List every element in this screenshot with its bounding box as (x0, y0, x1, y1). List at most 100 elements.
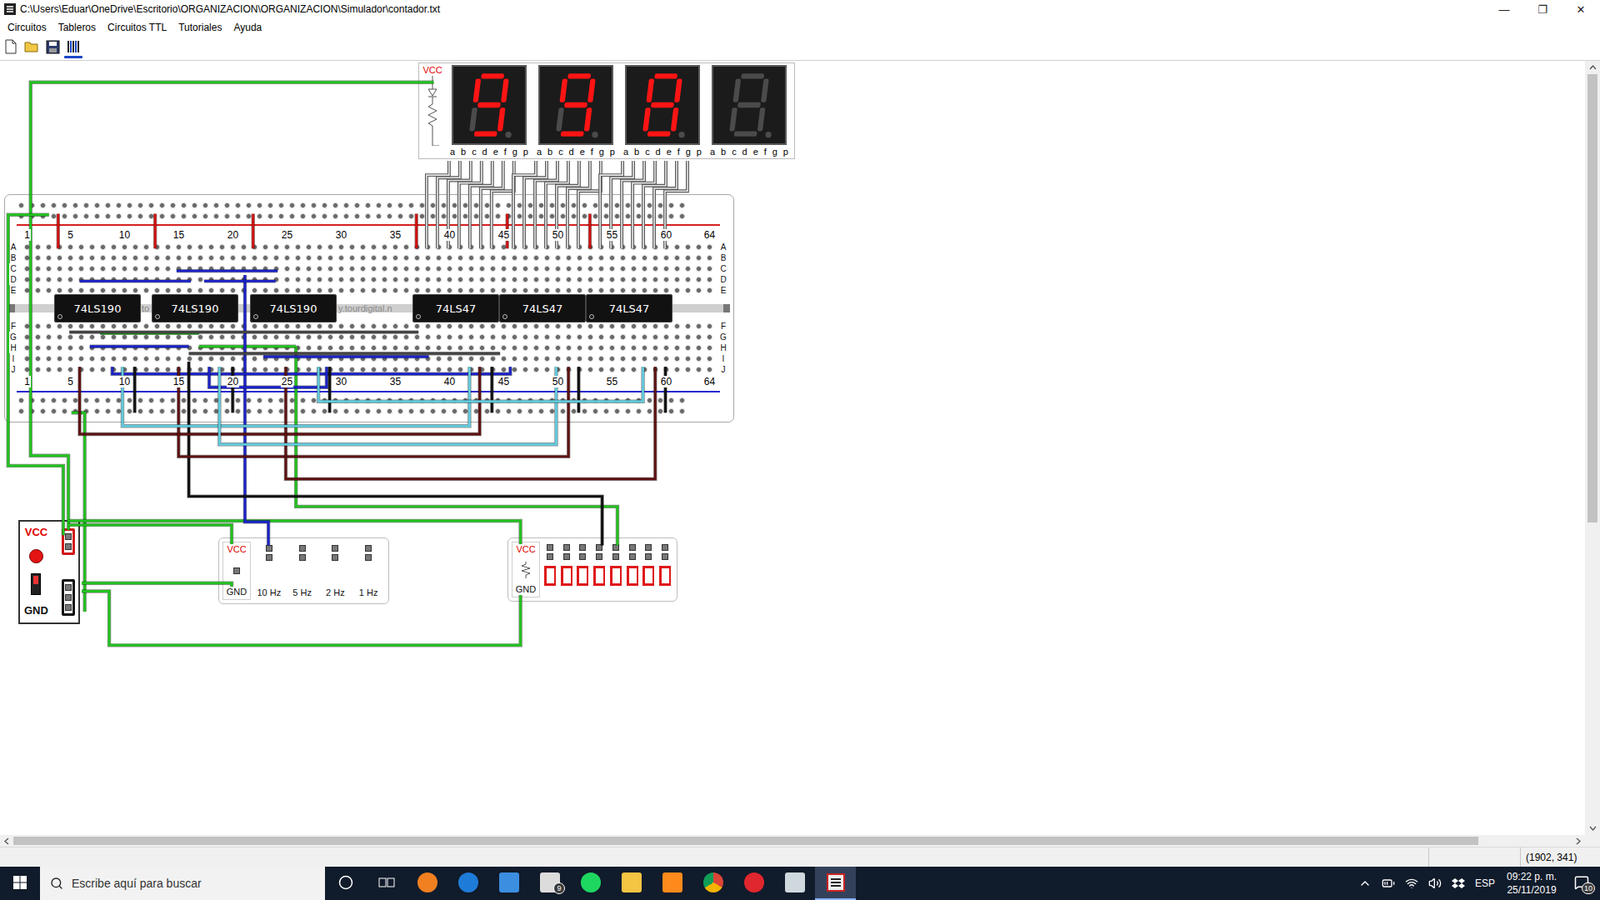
ic-chip[interactable]: 74LS47 (585, 294, 673, 323)
led-channel[interactable] (576, 541, 590, 598)
digit-pin-label[interactable]: d (742, 145, 748, 158)
tool-button[interactable] (1, 38, 20, 55)
digit-pin-label[interactable]: d (569, 145, 575, 158)
window-control[interactable]: ✕ (1561, 0, 1600, 19)
ic-chip[interactable]: 74LS47 (499, 294, 586, 323)
circuit-canvas[interactable]: VCCabcdefgpabcdefgpabcdefgpabcdefgp 15101… (0, 60, 1585, 835)
digit-pin-label[interactable]: b (634, 145, 640, 158)
scroll-down-icon[interactable] (1585, 821, 1600, 835)
digit-pin-label[interactable]: a (623, 145, 629, 158)
taskbar-app[interactable] (692, 866, 734, 900)
menu-item[interactable]: Ayuda (227, 19, 268, 36)
cortana-button[interactable] (325, 866, 366, 900)
clock-output[interactable]: 1 Hz (353, 541, 384, 600)
tray-volume[interactable] (1423, 866, 1447, 900)
digit-pin-label[interactable]: e (666, 145, 672, 158)
taskbar-app[interactable] (774, 866, 815, 900)
digit-pin-label[interactable]: a (536, 145, 542, 158)
scroll-right-icon[interactable] (1571, 835, 1585, 847)
taskbar-app[interactable] (406, 866, 448, 900)
digit-pin-label[interactable]: g (512, 145, 518, 158)
tray-network[interactable] (1400, 866, 1424, 900)
digit-pin-label[interactable]: c (645, 145, 650, 158)
led-channel[interactable] (642, 541, 656, 598)
tray-clock[interactable]: 09:22 p. m.25/11/2019 (1500, 866, 1564, 900)
clock-output[interactable]: 2 Hz (320, 541, 351, 600)
digit-pin-label[interactable]: p (610, 145, 615, 158)
led-channel[interactable] (609, 541, 623, 598)
digit-pin-label[interactable]: f (677, 145, 680, 158)
led-channel[interactable] (560, 541, 574, 598)
menu-item[interactable]: Circuitos (1, 19, 53, 36)
digit-pin-label[interactable]: b (547, 145, 553, 158)
led-bank[interactable]: VCCGND (507, 537, 678, 602)
taskbar-app[interactable] (447, 866, 489, 900)
digit-pin-label[interactable]: c (471, 145, 477, 158)
digit-pin-label[interactable]: g (772, 145, 778, 158)
seven-segment-display[interactable]: VCCabcdefgpabcdefgpabcdefgpabcdefgp (418, 62, 795, 160)
tray-battery[interactable] (1376, 866, 1400, 900)
tool-button[interactable] (22, 38, 41, 55)
menu-item[interactable]: Circuitos TTL (101, 19, 173, 36)
vcc-terminal[interactable] (61, 528, 75, 555)
task-view-button[interactable] (365, 866, 407, 900)
digit-pin-label[interactable]: g (599, 145, 605, 158)
digit-pin-label[interactable]: f (590, 145, 594, 158)
clock-generator[interactable]: VCCGND10 Hz5 Hz2 Hz1 Hz (218, 537, 390, 605)
digit-pin-label[interactable]: p (783, 145, 789, 158)
taskbar-app[interactable] (651, 866, 693, 900)
digit-pin-label[interactable]: d (482, 145, 488, 158)
digit-pin-label[interactable]: e (753, 145, 759, 158)
digit-pin-label[interactable]: f (764, 145, 767, 158)
gnd-terminal[interactable] (61, 579, 75, 616)
ic-chip[interactable]: 74LS190 (250, 294, 337, 323)
scroll-thumb[interactable] (1587, 74, 1598, 523)
power-switch[interactable] (30, 573, 41, 595)
digit-pin-label[interactable]: b (720, 145, 726, 158)
taskbar-app[interactable] (488, 866, 530, 900)
taskbar-search[interactable]: Escribe aquí para buscar (40, 866, 325, 900)
tray-expand[interactable] (1353, 866, 1377, 900)
menu-item[interactable]: Tutoriales (172, 19, 228, 36)
horizontal-scrollbar[interactable] (0, 835, 1600, 847)
tray-language[interactable]: ESP (1470, 866, 1500, 900)
tool-button[interactable] (64, 38, 83, 55)
scroll-thumb[interactable] (13, 836, 1479, 845)
digit-pin-label[interactable]: f (504, 145, 507, 158)
tray-dropbox[interactable] (1446, 866, 1470, 900)
taskbar-app[interactable]: 9 (529, 866, 570, 900)
digit-pin-label[interactable]: b (460, 145, 466, 158)
scroll-up-icon[interactable] (1585, 60, 1600, 75)
digit-pin-label[interactable]: g (685, 145, 691, 158)
breadboard[interactable]: 15101520253035404550556064ABCDEABCDEFGHI… (4, 194, 735, 423)
digit-pin-label[interactable]: d (655, 145, 661, 158)
vertical-scrollbar[interactable] (1585, 60, 1600, 835)
taskbar-app[interactable] (570, 866, 611, 900)
start-button[interactable] (0, 866, 40, 900)
digit-pin-label[interactable]: p (523, 145, 529, 158)
taskbar-app[interactable] (610, 866, 652, 900)
scroll-left-icon[interactable] (0, 835, 14, 847)
taskbar-app[interactable] (733, 866, 775, 900)
notifications-button[interactable]: 10 (1563, 866, 1600, 900)
led-channel[interactable] (592, 541, 606, 598)
digit-pin-label[interactable]: c (558, 145, 564, 158)
digit-pin-label[interactable]: p (696, 145, 702, 158)
digit-pin-label[interactable]: a (710, 145, 715, 158)
digit-pin-label[interactable]: e (493, 145, 499, 158)
clock-output[interactable]: 5 Hz (287, 541, 318, 600)
digit-pin-label[interactable]: c (731, 145, 737, 158)
digit-pin-label[interactable]: a (450, 145, 455, 158)
digit-pin-label[interactable]: e (580, 145, 585, 158)
led-channel[interactable] (543, 541, 557, 598)
window-control[interactable]: — (1485, 0, 1524, 19)
ic-chip[interactable]: 74LS47 (412, 294, 500, 323)
menu-item[interactable]: Tableros (52, 19, 102, 36)
led-channel[interactable] (625, 541, 640, 598)
taskbar-app-active[interactable] (815, 866, 856, 900)
tool-button[interactable] (43, 38, 62, 55)
power-supply[interactable]: VCCGND (18, 520, 80, 625)
clock-output[interactable]: 10 Hz (254, 541, 285, 600)
ic-chip[interactable]: 74LS190 (151, 294, 239, 323)
led-channel[interactable] (658, 541, 672, 598)
